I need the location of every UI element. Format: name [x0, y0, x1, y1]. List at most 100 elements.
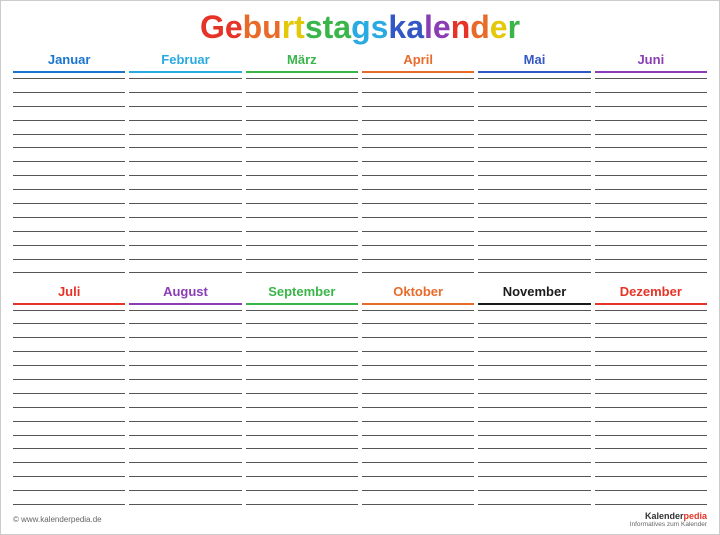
calendar-line	[362, 476, 474, 477]
calendar-line	[13, 462, 125, 463]
calendar-line	[595, 134, 707, 135]
calendar-line	[478, 323, 590, 324]
title-letter: e	[225, 9, 243, 45]
calendar-line	[478, 120, 590, 121]
calendar-line	[13, 120, 125, 121]
calendar-line	[13, 272, 125, 273]
footer: © www.kalenderpedia.de Kalenderpedia Inf…	[13, 511, 707, 528]
calendar-line	[13, 161, 125, 162]
calendar-line	[478, 310, 590, 311]
month-divider	[246, 303, 358, 305]
calendar-line	[362, 161, 474, 162]
calendar-line	[362, 448, 474, 449]
calendar-line	[595, 78, 707, 79]
calendar-line	[478, 92, 590, 93]
month-divider	[595, 71, 707, 73]
calendar-line	[595, 310, 707, 311]
calendar-line	[246, 161, 358, 162]
calendar-line	[362, 175, 474, 176]
calendar-line	[129, 161, 241, 162]
calendar-line	[362, 504, 474, 505]
calendar-line	[362, 231, 474, 232]
calendar-line	[362, 147, 474, 148]
calendar-line	[129, 476, 241, 477]
calendar-line	[595, 120, 707, 121]
calendar-line	[595, 161, 707, 162]
month-header: März	[246, 52, 358, 68]
calendar-line	[129, 106, 241, 107]
calendar-line	[13, 490, 125, 491]
month-col-oktober: Oktober	[362, 284, 474, 508]
calendar-line	[362, 490, 474, 491]
lines-container	[478, 76, 590, 276]
calendar-line	[362, 245, 474, 246]
calendar-line	[129, 490, 241, 491]
calendar-line	[595, 462, 707, 463]
lines-container	[129, 308, 241, 508]
calendar-line	[595, 504, 707, 505]
calendar-line	[13, 379, 125, 380]
calendar-line	[478, 351, 590, 352]
lines-container	[595, 76, 707, 276]
calendar-line	[129, 337, 241, 338]
title-letter: a	[406, 9, 424, 45]
calendar-line	[362, 310, 474, 311]
logo-text: Kalenderpedia	[645, 511, 707, 521]
title-letter: t	[294, 9, 305, 45]
calendar-line	[595, 189, 707, 190]
calendar-line	[13, 323, 125, 324]
calendar-line	[478, 379, 590, 380]
calendar-line	[362, 106, 474, 107]
calendar-line	[478, 161, 590, 162]
calendar-line	[246, 231, 358, 232]
calendar-line	[362, 92, 474, 93]
calendar-line	[246, 351, 358, 352]
month-col-maerz: März	[246, 52, 358, 276]
calendar-line	[246, 504, 358, 505]
calendar-line	[13, 245, 125, 246]
calendar-line	[478, 203, 590, 204]
calendar-line	[13, 78, 125, 79]
calendar-line	[246, 393, 358, 394]
calendar-line	[478, 490, 590, 491]
title-letter: b	[243, 9, 263, 45]
calendar-line	[246, 310, 358, 311]
lines-container	[13, 308, 125, 508]
calendar-line	[129, 92, 241, 93]
calendar-line	[362, 189, 474, 190]
title-letter: e	[490, 9, 508, 45]
title-letter: s	[371, 9, 389, 45]
calendar-line	[362, 351, 474, 352]
calendar-line	[246, 134, 358, 135]
calendar-line	[595, 259, 707, 260]
calendar-line	[129, 231, 241, 232]
month-divider	[13, 71, 125, 73]
calendar-line	[129, 462, 241, 463]
calendar-line	[246, 337, 358, 338]
calendar-line	[478, 217, 590, 218]
calendar-line	[246, 78, 358, 79]
calendar-line	[13, 421, 125, 422]
calendar-line	[478, 421, 590, 422]
calendar-line	[595, 407, 707, 408]
calendar-line	[13, 134, 125, 135]
calendar-line	[246, 421, 358, 422]
calendar-line	[129, 421, 241, 422]
calendar-line	[13, 448, 125, 449]
calendar-line	[13, 337, 125, 338]
month-header: Juli	[13, 284, 125, 300]
calendar-line	[478, 365, 590, 366]
month-header: Juni	[595, 52, 707, 68]
calendar-line	[362, 365, 474, 366]
calendar-line	[246, 92, 358, 93]
calendar-line	[478, 245, 590, 246]
month-header: November	[478, 284, 590, 300]
calendar-line	[246, 448, 358, 449]
month-col-januar: Januar	[13, 52, 125, 276]
title-letter: s	[305, 9, 323, 45]
title-letter: n	[451, 9, 471, 45]
calendar-line	[595, 92, 707, 93]
calendar-line	[362, 323, 474, 324]
calendar-line	[595, 272, 707, 273]
calendar-line	[13, 476, 125, 477]
